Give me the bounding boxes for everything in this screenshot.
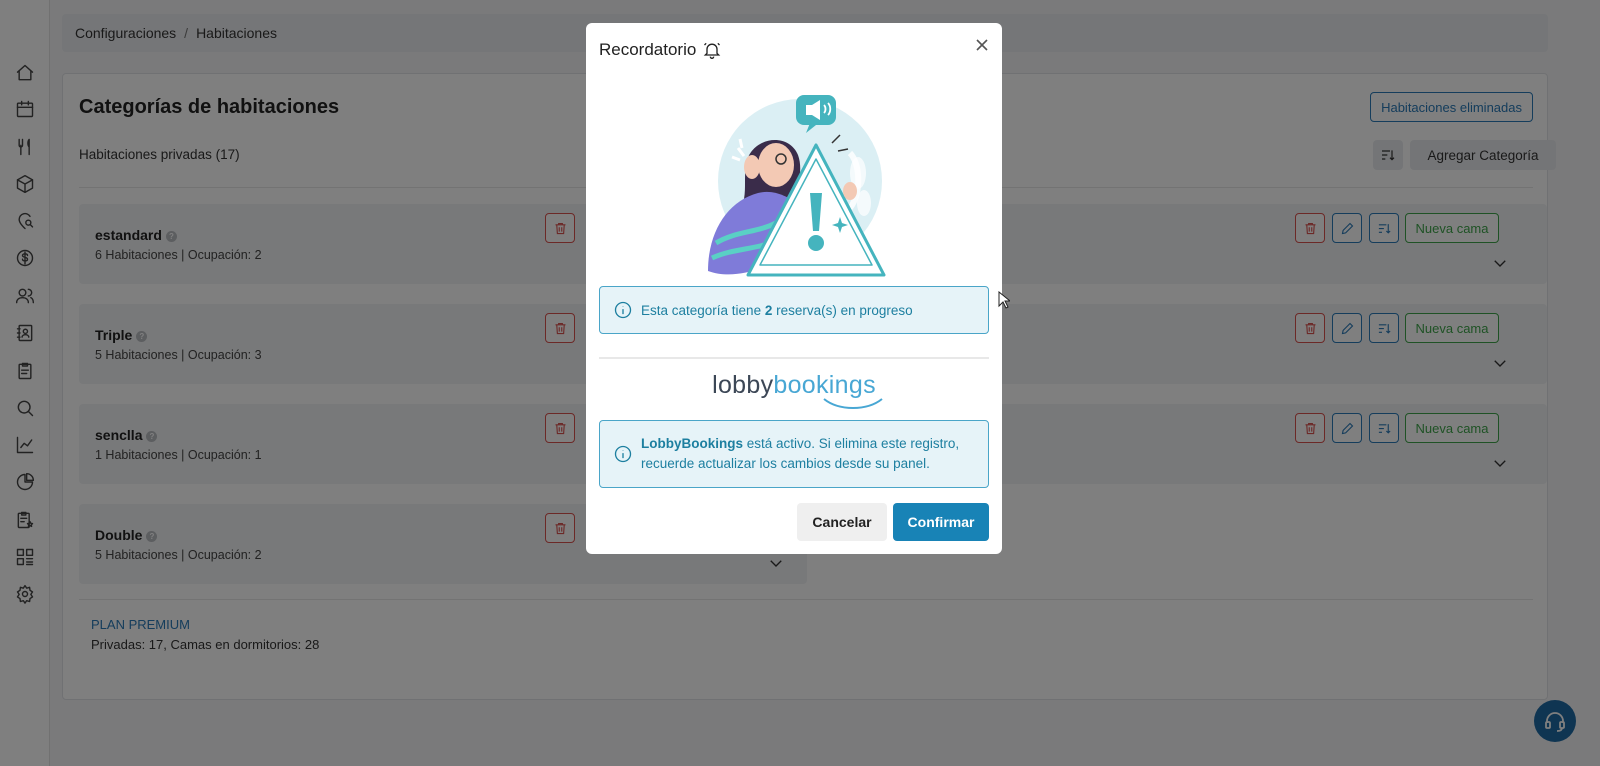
modal-title: Recordatorio — [599, 40, 722, 60]
reminder-modal: Recordatorio Esta categoría tiene 2 rese… — [586, 23, 1002, 554]
lobbybookings-alert: LobbyBookings está activo. Si elimina es… — [599, 420, 989, 488]
cancel-button[interactable]: Cancelar — [797, 503, 887, 541]
info-icon — [614, 445, 632, 463]
reservations-alert: Esta categoría tiene 2 reserva(s) en pro… — [599, 286, 989, 334]
warning-illustration — [708, 95, 886, 277]
mouse-cursor-icon — [998, 291, 1010, 309]
logo-smile-icon — [823, 398, 883, 409]
close-icon[interactable] — [974, 37, 990, 53]
divider — [599, 357, 989, 359]
info-icon — [614, 301, 632, 319]
lobbybookings-logo: lobbybookings — [712, 371, 876, 399]
confirm-button[interactable]: Confirmar — [893, 503, 989, 541]
lobbybookings-alert-text: LobbyBookings está activo. Si elimina es… — [641, 436, 960, 471]
reservations-alert-text: Esta categoría tiene 2 reserva(s) en pro… — [641, 302, 913, 318]
bell-ring-icon — [704, 42, 721, 59]
